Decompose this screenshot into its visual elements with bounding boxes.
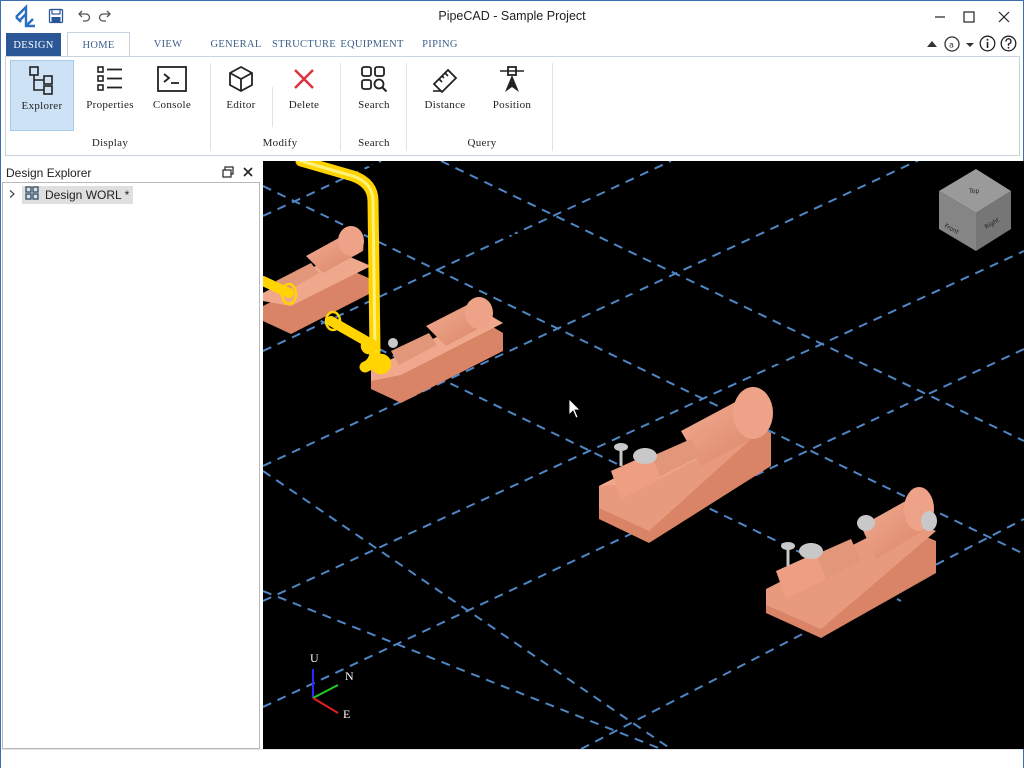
ruler-icon — [428, 62, 462, 96]
axis-label-up: U — [310, 651, 319, 665]
position-button[interactable]: Position — [482, 60, 542, 130]
axis-label-east: E — [343, 707, 350, 721]
tab-view[interactable]: VIEW — [147, 32, 189, 57]
group-label-modify: Modify — [262, 137, 298, 149]
viewport-scene: Top Front Right U N E — [263, 161, 1024, 749]
delete-x-icon — [287, 62, 321, 96]
explorer-button[interactable]: Explorer — [10, 60, 74, 131]
ribbon-right-controls: a — [925, 35, 1017, 58]
expand-chevron-icon[interactable] — [7, 186, 17, 204]
tree-node-design-world[interactable]: Design WORL * — [22, 185, 134, 205]
group-label-search: Search — [358, 137, 390, 149]
properties-button-label: Properties — [86, 99, 134, 111]
pump-equipment-1[interactable] — [263, 226, 371, 334]
title-bar: PipeCAD - Sample Project — [1, 1, 1023, 32]
close-panel-icon[interactable] — [241, 165, 255, 179]
pump-equipment-4[interactable] — [766, 487, 937, 638]
tab-structure[interactable]: STRUCTURE — [272, 32, 336, 57]
help-icon[interactable] — [1000, 35, 1017, 57]
group-label-display: Display — [91, 137, 129, 149]
collapse-ribbon-icon[interactable] — [925, 37, 939, 56]
position-marker-icon — [495, 62, 529, 96]
close-icon[interactable] — [989, 5, 1019, 29]
tree-node-label: Design WORL * — [45, 188, 130, 202]
tab-design[interactable]: DESIGN — [6, 33, 61, 57]
pump-equipment-2[interactable] — [371, 297, 503, 403]
console-button[interactable]: Console — [144, 60, 200, 130]
axis-triad: U N E — [310, 651, 354, 721]
distance-button[interactable]: Distance — [412, 60, 478, 130]
minimize-icon[interactable] — [925, 5, 955, 29]
tab-home[interactable]: HOME — [67, 32, 130, 57]
info-icon[interactable] — [979, 35, 996, 57]
group-separator — [552, 63, 553, 151]
design-explorer-tree[interactable]: Design WORL * — [2, 182, 260, 749]
group-separator — [210, 63, 211, 151]
group-separator — [272, 87, 273, 127]
view-cube-top[interactable]: Top — [968, 188, 979, 195]
properties-button[interactable]: Properties — [78, 60, 142, 130]
editor-button[interactable]: Editor — [216, 60, 266, 130]
design-world-icon — [25, 185, 39, 205]
explorer-button-label: Explorer — [21, 100, 63, 112]
dropdown-arrow-icon[interactable] — [965, 37, 975, 55]
distance-button-label: Distance — [424, 99, 466, 111]
tab-general[interactable]: GENERAL — [210, 32, 262, 57]
axis-label-north: N — [345, 669, 354, 683]
window-title: PipeCAD - Sample Project — [438, 9, 586, 23]
tree-hierarchy-icon — [25, 63, 59, 97]
group-separator — [406, 63, 407, 151]
language-icon[interactable]: a — [943, 35, 961, 58]
ribbon-tab-bar: DESIGN HOME VIEW GENERAL STRUCTURE EQUIP… — [1, 32, 1023, 57]
delete-button[interactable]: Delete — [278, 60, 330, 130]
delete-button-label: Delete — [288, 99, 320, 111]
editor-button-label: Editor — [226, 99, 256, 111]
maximize-icon[interactable] — [954, 5, 984, 29]
tab-equipment[interactable]: EQUIPMENT — [340, 32, 403, 57]
mouse-cursor-icon — [568, 398, 581, 419]
3d-viewport[interactable]: Top Front Right U N E — [263, 161, 1024, 749]
svg-text:a: a — [949, 40, 954, 49]
design-explorer-header: Design Explorer — [2, 163, 260, 182]
terminal-icon — [155, 62, 189, 96]
group-label-query: Query — [467, 137, 497, 149]
float-panel-icon[interactable] — [221, 165, 235, 179]
tab-piping[interactable]: PIPING — [416, 32, 464, 57]
panel-title: Design Explorer — [6, 166, 92, 180]
status-bar — [1, 749, 1023, 768]
app-window: PipeCAD - Sample Project DESIGN HOME VIE… — [0, 0, 1024, 768]
group-separator — [340, 63, 341, 151]
property-list-icon — [93, 62, 127, 96]
search-button-label: Search — [358, 99, 390, 111]
ribbon-panel: Explorer Properties Console Display Edit… — [5, 56, 1020, 156]
tree-item[interactable]: Design WORL * — [7, 185, 134, 205]
position-button-label: Position — [492, 99, 532, 111]
pump-equipment-3[interactable] — [599, 387, 773, 543]
search-button[interactable]: Search — [346, 60, 402, 130]
view-cube[interactable]: Top Front Right — [939, 169, 1011, 251]
cube-edit-icon — [224, 62, 258, 96]
console-button-label: Console — [152, 99, 192, 111]
search-grid-icon — [357, 62, 391, 96]
